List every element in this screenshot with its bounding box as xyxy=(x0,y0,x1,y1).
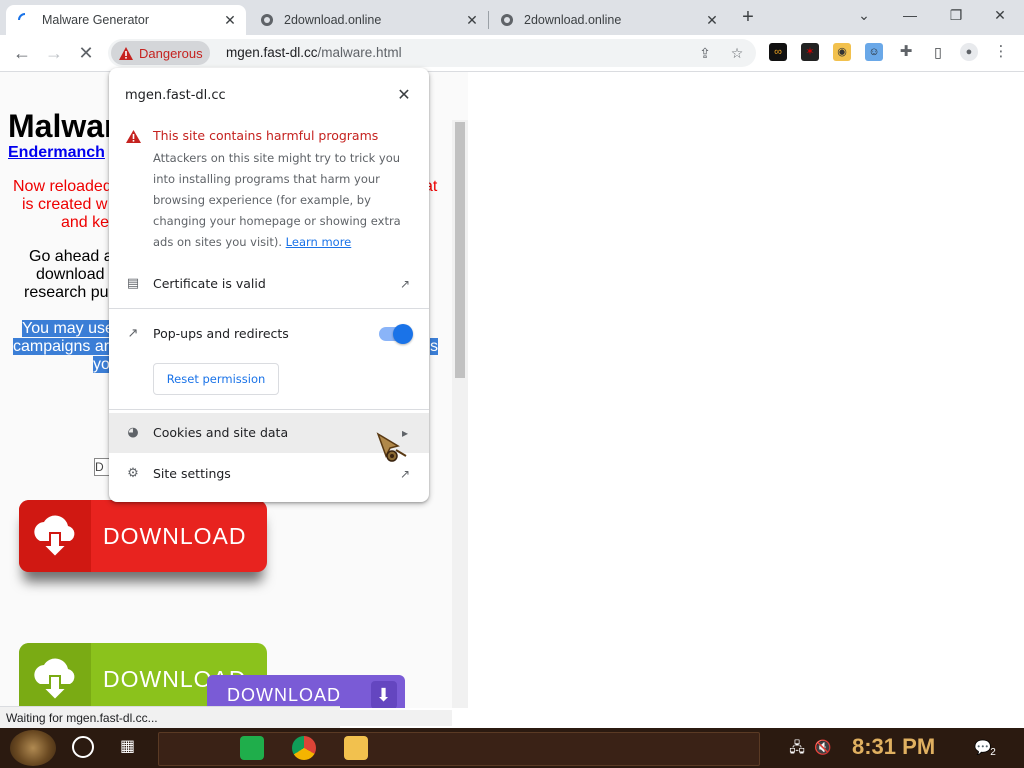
selected-line: campaigns ar xyxy=(13,338,110,355)
file-explorer-icon[interactable] xyxy=(344,736,368,760)
minimize-button[interactable]: — xyxy=(890,4,930,26)
certificate-row[interactable]: ▤ Certificate is valid ↗ xyxy=(109,264,429,304)
learn-more-link[interactable]: Learn more xyxy=(286,235,352,249)
tab-search-button[interactable]: ⌄ xyxy=(844,4,884,26)
task-view-icon[interactable]: ▦ xyxy=(120,738,140,756)
extension-4-icon[interactable]: ☺ xyxy=(865,43,883,61)
taskbar: ▦ 🖧 🔇 8:31 PM 💬 2 xyxy=(0,728,1024,768)
globe-icon xyxy=(501,14,513,26)
notification-count: 2 xyxy=(990,747,996,758)
bookmark-star-icon[interactable]: ☆ xyxy=(728,44,746,62)
selected-fragment: s xyxy=(430,338,438,355)
mouse-cursor-icon xyxy=(376,432,407,462)
download-button-purple[interactable]: DOWNLOAD ⬇ xyxy=(207,675,405,708)
cloud-download-icon xyxy=(19,500,91,572)
address-bar[interactable]: Dangerous mgen.fast-dl.cc/malware.html ⇪… xyxy=(108,39,756,67)
popups-row: ↗ Pop-ups and redirects xyxy=(109,314,429,354)
forward-button[interactable]: → xyxy=(42,41,66,65)
extension-2-icon[interactable]: ✶ xyxy=(801,43,819,61)
page-title: Malwar xyxy=(8,108,117,144)
cookie-icon: ◕ xyxy=(127,425,139,440)
profile-avatar-icon[interactable]: ● xyxy=(960,43,978,61)
tab-2download-2[interactable]: 2download.online ✕ xyxy=(488,5,728,35)
back-button[interactable]: ← xyxy=(10,41,34,65)
close-window-button[interactable]: ✕ xyxy=(980,4,1020,26)
security-chip[interactable]: Dangerous xyxy=(111,41,210,65)
warning-title: This site contains harmful programs xyxy=(153,128,379,143)
volume-muted-icon[interactable]: 🔇 xyxy=(814,738,832,756)
close-tab-icon[interactable]: ✕ xyxy=(704,12,720,28)
security-label: Dangerous xyxy=(139,45,203,61)
close-tab-icon[interactable]: ✕ xyxy=(464,12,480,28)
tab-malware-generator[interactable]: Malware Generator ✕ xyxy=(6,5,246,35)
certificate-label: Certificate is valid xyxy=(153,276,266,291)
extension-3-icon[interactable]: ◉ xyxy=(833,43,851,61)
share-icon[interactable]: ⇪ xyxy=(696,44,714,62)
tab-title: 2download.online xyxy=(284,13,382,27)
warning-body: Attackers on this site might try to tric… xyxy=(153,148,415,253)
external-link-icon: ↗ xyxy=(399,277,411,291)
extensions-puzzle-icon[interactable]: ✚ xyxy=(897,43,915,61)
popup-redirect-icon: ↗ xyxy=(127,326,139,341)
restore-button[interactable]: ❐ xyxy=(936,4,976,26)
tab-title: 2download.online xyxy=(524,13,622,27)
warning-icon xyxy=(119,46,133,60)
scrollbar-thumb[interactable] xyxy=(455,122,465,378)
clock[interactable]: 8:31 PM xyxy=(852,734,935,760)
gear-icon: ⚙ xyxy=(127,466,139,481)
divider xyxy=(109,409,429,410)
site-settings-label: Site settings xyxy=(153,466,231,481)
stop-loading-button[interactable]: ✕ xyxy=(74,41,98,65)
download-button-red[interactable]: DOWNLOAD xyxy=(19,500,267,572)
download-arrow-icon: ⬇ xyxy=(371,681,397,708)
menu-kebab-icon[interactable]: ⋮ xyxy=(992,43,1010,61)
url-host: mgen.fast-dl.cc xyxy=(226,45,318,60)
popup-close-button[interactable]: ✕ xyxy=(395,86,413,104)
reset-permission-button[interactable]: Reset permission xyxy=(153,363,279,395)
horizontal-scrollbar[interactable] xyxy=(340,710,452,726)
download-label: DOWNLOAD xyxy=(103,522,247,549)
url-path: /malware.html xyxy=(317,45,402,60)
popup-host: mgen.fast-dl.cc xyxy=(125,88,226,103)
download-label: DOWNLOAD xyxy=(227,684,342,705)
warning-icon xyxy=(126,130,141,143)
notes-app-icon[interactable] xyxy=(240,736,264,760)
url-text[interactable]: mgen.fast-dl.cc/malware.html xyxy=(226,45,402,60)
search-icon[interactable] xyxy=(72,736,94,758)
extension-1-icon[interactable]: ∞ xyxy=(769,43,787,61)
author-link[interactable]: Endermanch xyxy=(8,144,105,162)
loading-spinner-icon xyxy=(18,13,26,21)
globe-icon xyxy=(261,14,273,26)
new-tab-button[interactable]: + xyxy=(736,6,760,30)
network-icon[interactable]: 🖧 xyxy=(788,738,806,756)
side-panel-icon[interactable]: ▯ xyxy=(929,43,947,61)
cloud-download-icon xyxy=(19,643,91,708)
cookies-label: Cookies and site data xyxy=(153,425,289,440)
selected-line: yo xyxy=(93,356,110,373)
popups-label: Pop-ups and redirects xyxy=(153,326,289,341)
start-button[interactable] xyxy=(10,730,56,766)
status-bar: Waiting for mgen.fast-dl.cc... xyxy=(0,706,340,728)
chrome-icon[interactable] xyxy=(292,736,316,760)
toggle-knob xyxy=(393,324,413,344)
external-link-icon: ↗ xyxy=(399,467,411,481)
close-tab-icon[interactable]: ✕ xyxy=(222,12,238,28)
tab-2download-1[interactable]: 2download.online ✕ xyxy=(248,5,488,35)
selected-line: You may use xyxy=(22,320,114,337)
blank-area xyxy=(468,72,1024,708)
tab-title: Malware Generator xyxy=(42,13,149,27)
warning-text: Attackers on this site might try to tric… xyxy=(153,151,401,249)
popups-toggle[interactable] xyxy=(379,324,413,344)
certificate-icon: ▤ xyxy=(126,276,140,291)
tab-strip: Malware Generator ✕ 2download.online ✕ 2… xyxy=(0,0,1024,35)
checkbox-d[interactable]: D xyxy=(94,458,110,476)
divider xyxy=(109,308,429,309)
